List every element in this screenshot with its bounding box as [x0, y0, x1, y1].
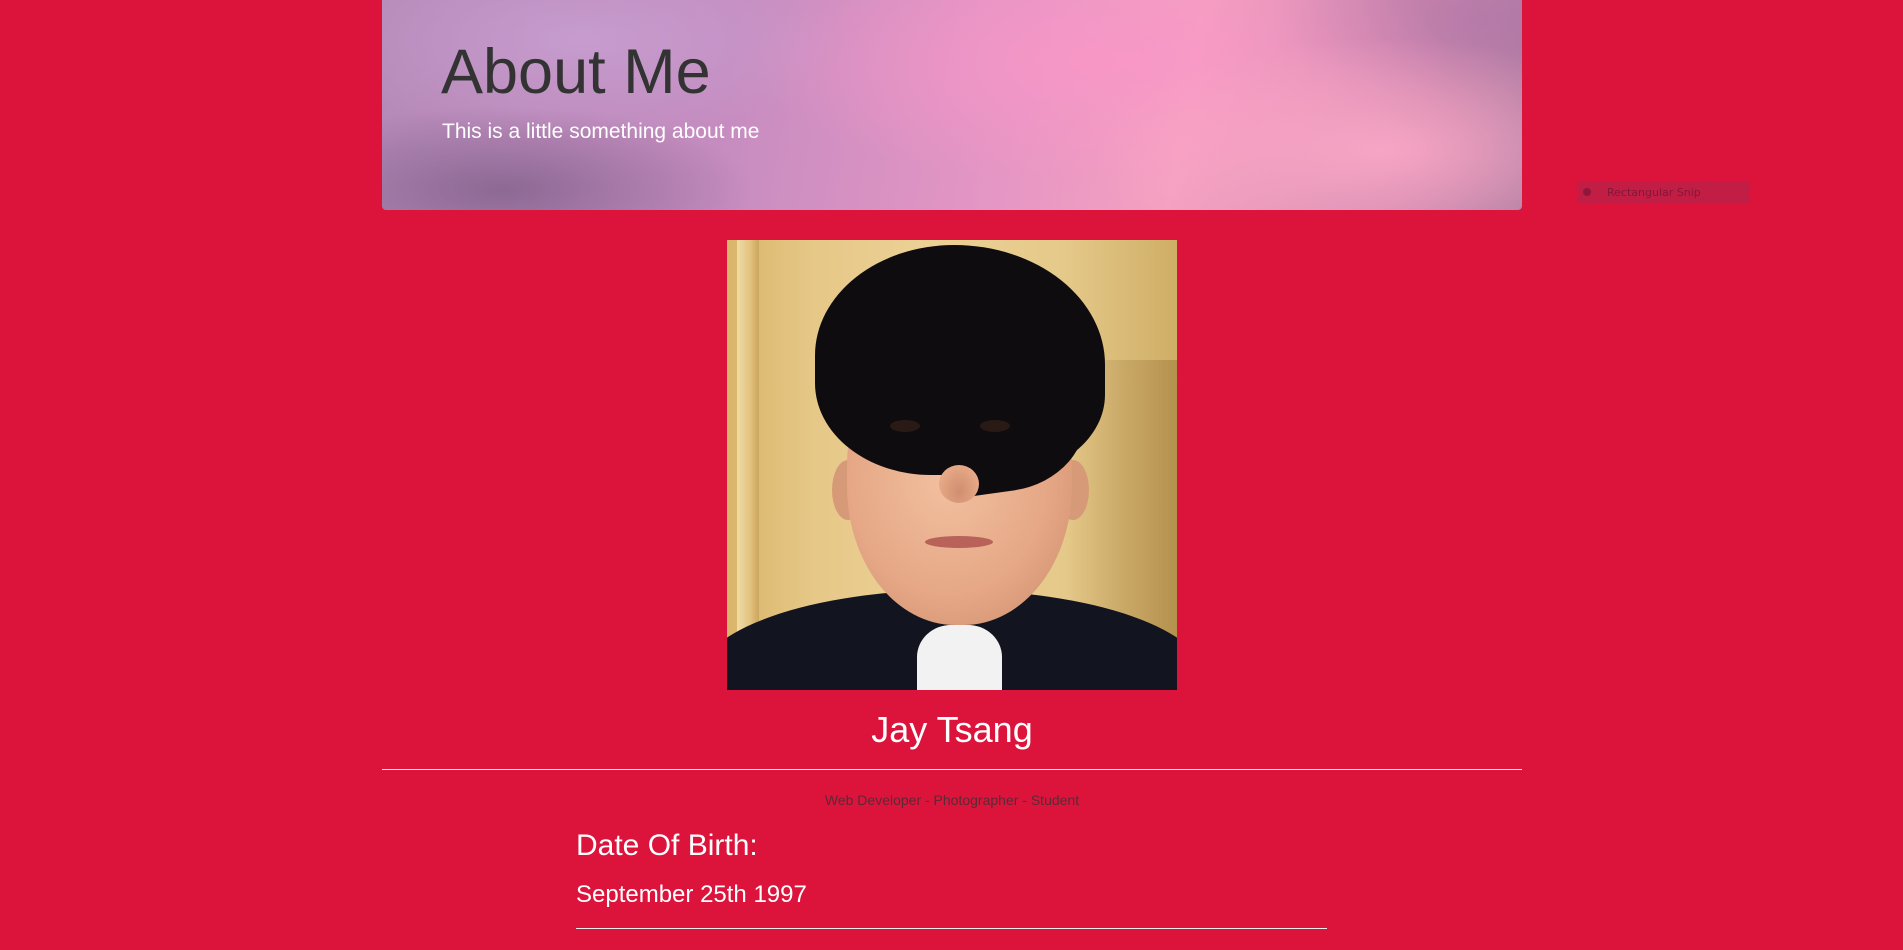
profile-roles: Web Developer - Photographer - Student — [824, 792, 1080, 808]
snip-tool-label: Rectangular Snip — [1607, 185, 1701, 199]
photo-tee — [917, 625, 1002, 690]
about-page: About Me This is a little something abou… — [0, 0, 1903, 950]
photo-mouth — [925, 536, 993, 548]
profile-photo — [727, 240, 1177, 690]
header-banner: About Me This is a little something abou… — [382, 0, 1522, 210]
dob-value: September 25th 1997 — [576, 881, 807, 908]
snip-tool-bar[interactable]: Rectangular Snip — [1577, 181, 1750, 203]
dob-label: Date Of Birth: — [576, 829, 758, 862]
section-divider — [382, 769, 1522, 770]
photo-eye-right — [980, 420, 1010, 432]
photo-nose — [939, 465, 979, 503]
page-title: About Me — [441, 37, 711, 107]
snip-icon — [1583, 188, 1591, 196]
profile-name: Jay Tsang — [871, 709, 1033, 750]
dob-divider — [576, 928, 1327, 929]
page-subtitle: This is a little something about me — [442, 120, 760, 143]
photo-eye-left — [890, 420, 920, 432]
